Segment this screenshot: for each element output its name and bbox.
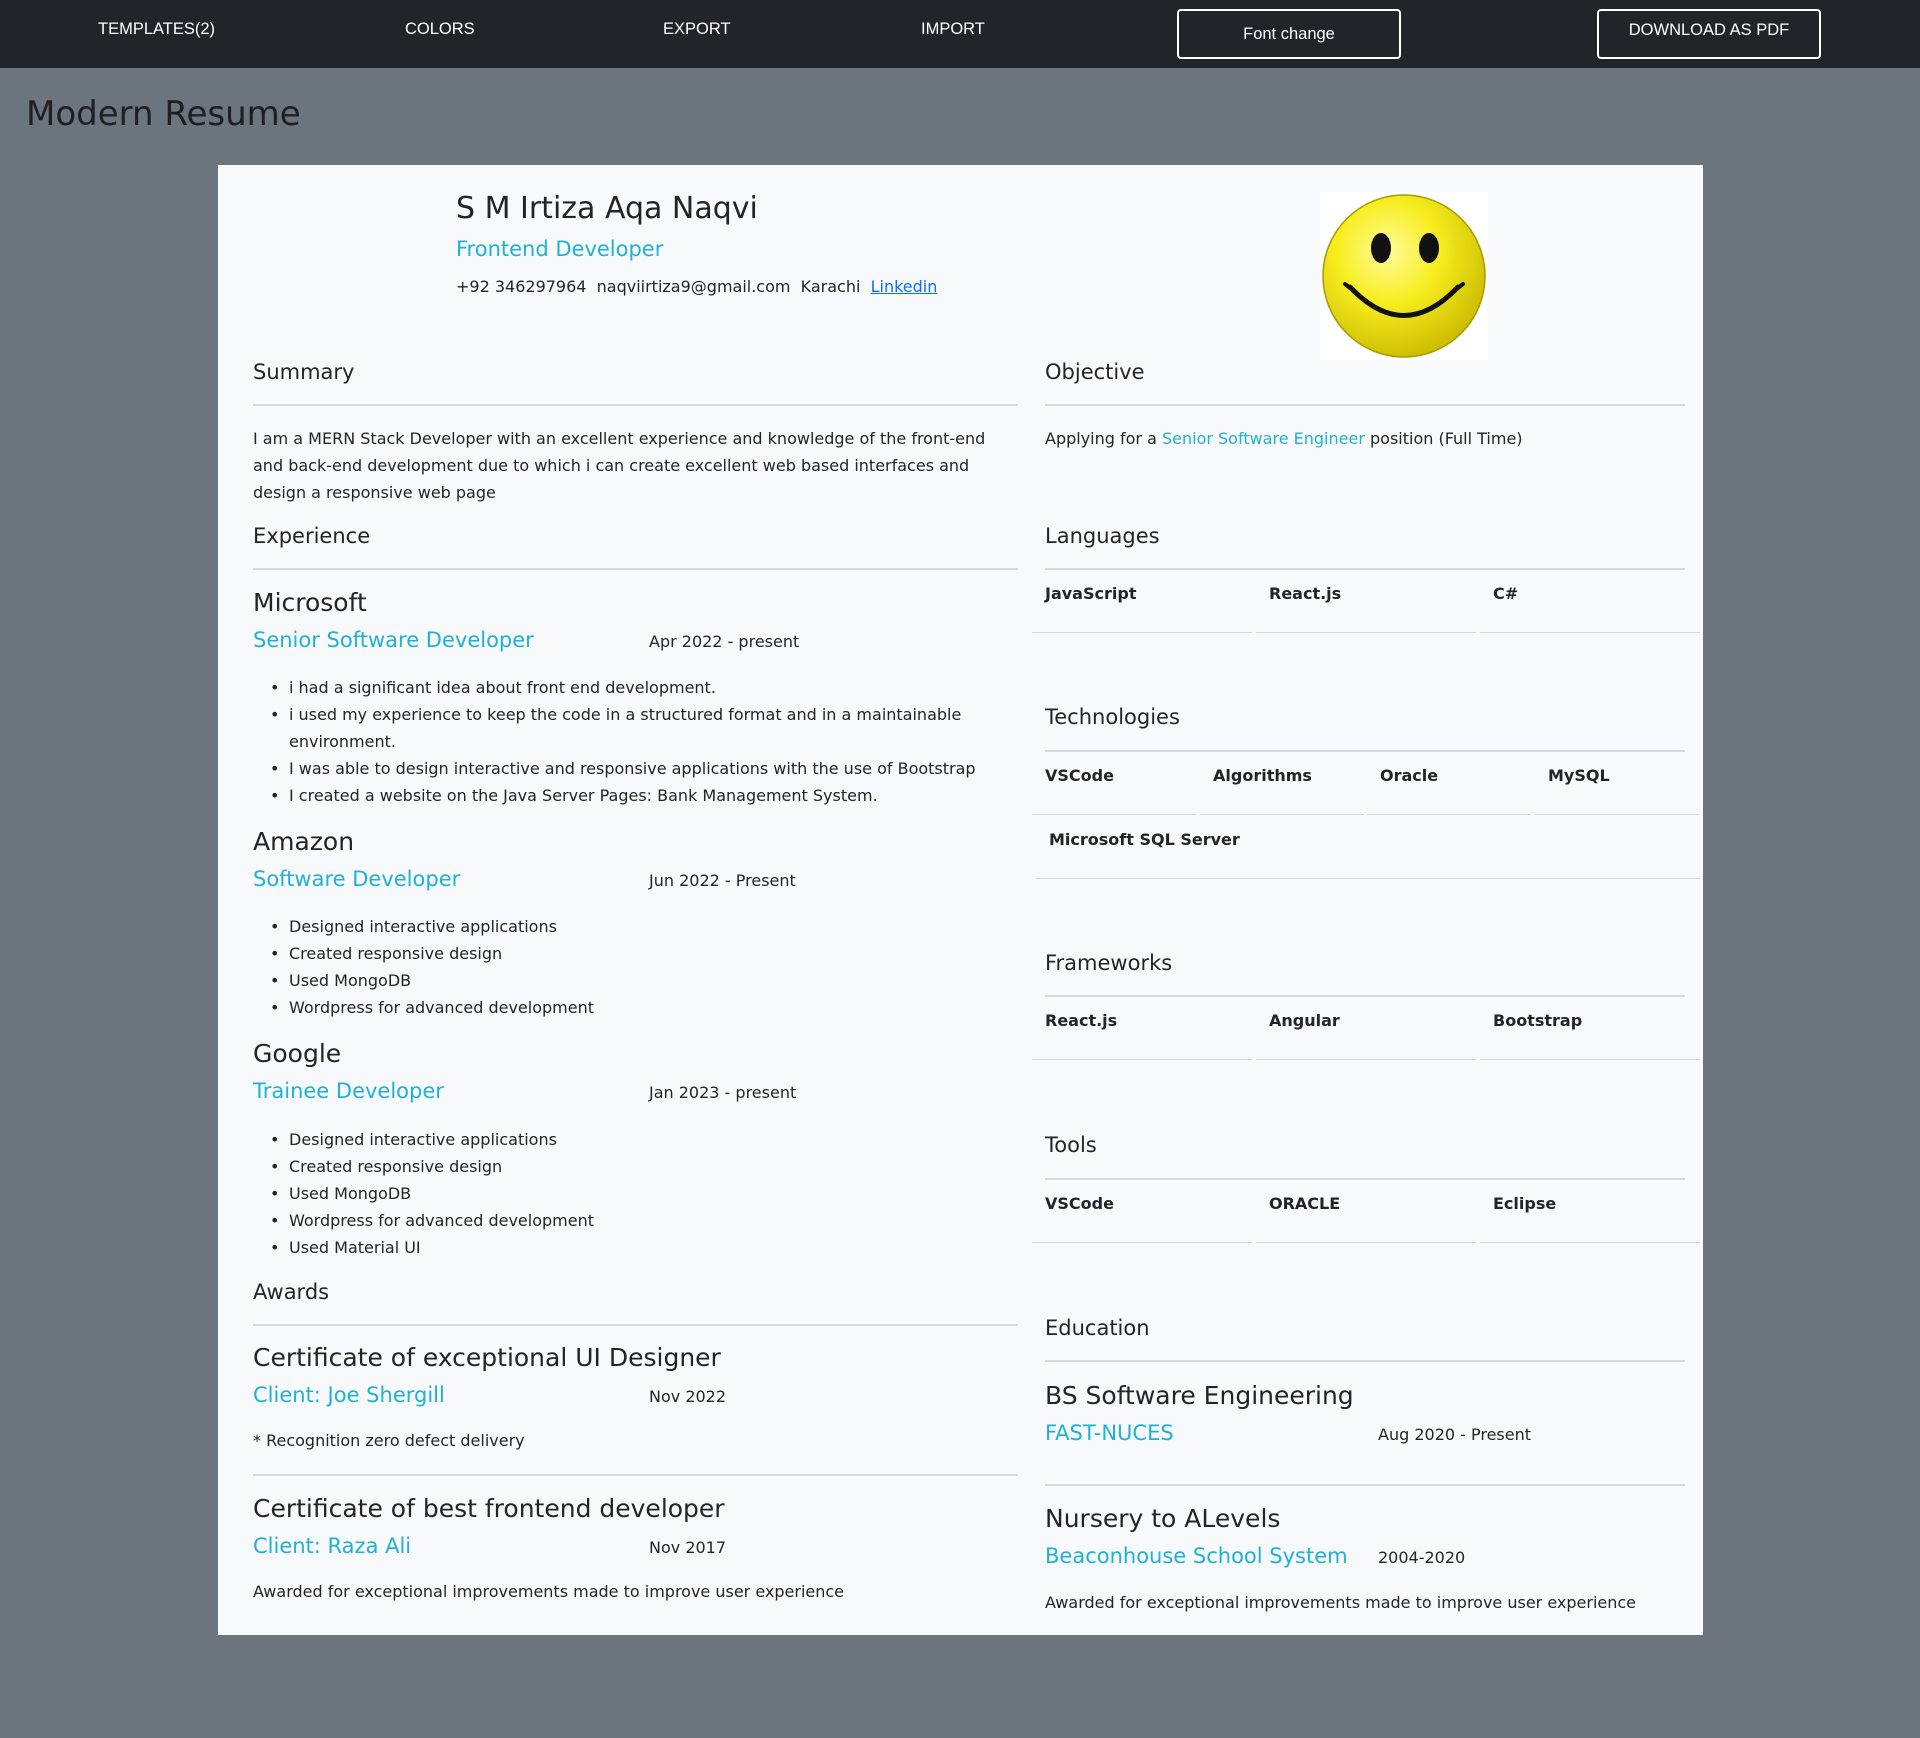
- education-heading: Education: [1045, 1316, 1150, 1340]
- linkedin-link[interactable]: Linkedin: [871, 277, 938, 296]
- list-item: i used my experience to keep the code in…: [253, 701, 1018, 755]
- company-name: Amazon: [253, 827, 355, 856]
- education-date: Aug 2020 - Present: [1378, 1425, 1532, 1444]
- language-chip: JavaScript: [1032, 570, 1252, 633]
- languages-heading: Languages: [1045, 524, 1160, 548]
- city-text: Karachi: [800, 277, 861, 296]
- award-client: Client: Raza Ali: [253, 1534, 412, 1558]
- award-date: Nov 2022: [649, 1387, 727, 1406]
- objective-position: Senior Software Engineer: [1161, 429, 1365, 448]
- company-name: Microsoft: [253, 588, 367, 617]
- technology-chip: Microsoft SQL Server: [1036, 816, 1700, 879]
- award-title: Certificate of best frontend developer: [253, 1494, 725, 1523]
- list-item: I created a website on the Java Server P…: [253, 782, 1018, 809]
- divider: [253, 404, 1018, 406]
- award-client: Client: Joe Shergill: [253, 1383, 445, 1407]
- framework-chip: Angular: [1256, 997, 1476, 1060]
- summary-heading: Summary: [253, 360, 355, 384]
- list-item: Used MongoDB: [253, 1180, 1018, 1207]
- summary-text: I am a MERN Stack Developer with an exce…: [253, 429, 986, 502]
- degree-title: BS Software Engineering: [1045, 1381, 1354, 1410]
- technology-chip: VSCode: [1032, 752, 1196, 815]
- award-description: * Recognition zero defect delivery: [253, 1431, 525, 1450]
- objective-prefix: Applying for a: [1045, 429, 1157, 448]
- colors-menu[interactable]: COLORS: [405, 20, 475, 39]
- font-change-button[interactable]: Font change: [1177, 9, 1401, 59]
- list-item: Wordpress for advanced development: [253, 994, 1018, 1021]
- experience-heading: Experience: [253, 524, 371, 548]
- list-item: Wordpress for advanced development: [253, 1207, 1018, 1234]
- tool-chip: ORACLE: [1256, 1180, 1476, 1243]
- job-title: Senior Software Developer: [253, 628, 534, 652]
- divider: [253, 1474, 1018, 1476]
- phone-text: +92 346297964: [456, 277, 587, 296]
- frameworks-heading: Frameworks: [1045, 951, 1173, 975]
- language-chip: C#: [1480, 570, 1700, 633]
- list-item: Used MongoDB: [253, 967, 1018, 994]
- list-item: Created responsive design: [253, 1153, 1018, 1180]
- templates-menu[interactable]: TEMPLATES(2): [98, 20, 215, 39]
- list-item: Used Material UI: [253, 1234, 1018, 1261]
- page-title: Modern Resume: [26, 94, 301, 134]
- profile-photo[interactable]: [1320, 192, 1488, 360]
- tool-chip: VSCode: [1032, 1180, 1252, 1243]
- degree-title: Nursery to ALevels: [1045, 1504, 1281, 1533]
- education-description: Awarded for exceptional improvements mad…: [1045, 1593, 1637, 1612]
- technology-chip: Oracle: [1367, 752, 1531, 815]
- education-date: 2004-2020: [1378, 1548, 1466, 1567]
- divider: [1045, 1484, 1685, 1486]
- company-name: Google: [253, 1039, 342, 1068]
- job-bullets: i had a significant idea about front end…: [253, 674, 1018, 809]
- divider: [1045, 404, 1685, 406]
- objective-heading: Objective: [1045, 360, 1145, 384]
- job-date: Apr 2022 - present: [649, 632, 800, 651]
- job-title: Software Developer: [253, 867, 461, 891]
- job-date: Jun 2022 - Present: [649, 871, 796, 890]
- contact-line: +92 346297964 naqviirtiza9@gmail.com Kar…: [456, 277, 937, 296]
- list-item: Designed interactive applications: [253, 1126, 1018, 1153]
- candidate-role: Frontend Developer: [456, 237, 664, 261]
- school-name: Beaconhouse School System: [1045, 1544, 1348, 1568]
- job-bullets: Designed interactive applications Create…: [253, 1126, 1018, 1261]
- export-menu[interactable]: EXPORT: [663, 20, 731, 39]
- download-pdf-button[interactable]: DOWNLOAD AS PDF: [1597, 9, 1821, 59]
- awards-heading: Awards: [253, 1280, 330, 1304]
- list-item: I was able to design interactive and res…: [253, 755, 1018, 782]
- smiley-face-icon: [1322, 194, 1486, 358]
- job-bullets: Designed interactive applications Create…: [253, 913, 1018, 1021]
- award-date: Nov 2017: [649, 1538, 727, 1557]
- school-name: FAST-NUCES: [1045, 1421, 1174, 1445]
- divider: [253, 568, 1018, 570]
- job-date: Jan 2023 - present: [649, 1083, 797, 1102]
- objective-text: Applying for a Senior Software Engineer …: [1045, 429, 1523, 448]
- technology-chip: MySQL: [1535, 752, 1699, 815]
- resume-paper: S M Irtiza Aqa Naqvi Frontend Developer …: [218, 165, 1703, 1635]
- list-item: Designed interactive applications: [253, 913, 1018, 940]
- award-title: Certificate of exceptional UI Designer: [253, 1343, 721, 1372]
- divider: [1045, 1360, 1685, 1362]
- framework-chip: Bootstrap: [1480, 997, 1700, 1060]
- tool-chip: Eclipse: [1480, 1180, 1700, 1243]
- framework-chip: React.js: [1032, 997, 1252, 1060]
- import-menu[interactable]: IMPORT: [921, 20, 985, 39]
- language-chip: React.js: [1256, 570, 1476, 633]
- top-navbar: TEMPLATES(2) COLORS EXPORT IMPORT Font c…: [0, 0, 1920, 68]
- job-title: Trainee Developer: [253, 1079, 444, 1103]
- technologies-heading: Technologies: [1045, 705, 1180, 729]
- candidate-name: S M Irtiza Aqa Naqvi: [456, 191, 758, 226]
- tools-heading: Tools: [1045, 1133, 1097, 1157]
- divider: [253, 1324, 1018, 1326]
- technology-chip: Algorithms: [1200, 752, 1364, 815]
- list-item: Created responsive design: [253, 940, 1018, 967]
- email-text: naqviirtiza9@gmail.com: [596, 277, 791, 296]
- objective-suffix: position (Full Time): [1370, 429, 1523, 448]
- list-item: i had a significant idea about front end…: [253, 674, 1018, 701]
- award-description: Awarded for exceptional improvements mad…: [253, 1582, 845, 1601]
